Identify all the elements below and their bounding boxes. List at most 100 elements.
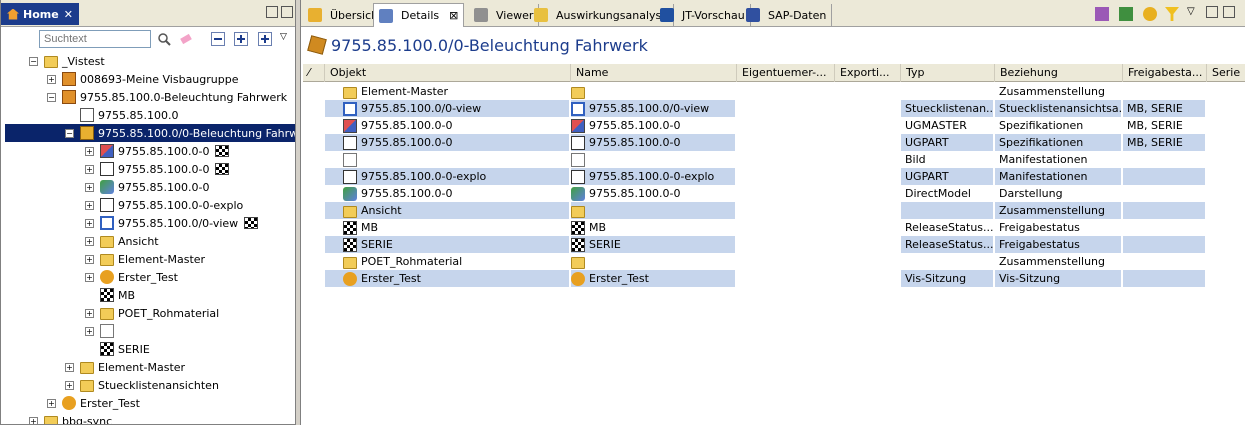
table-row[interactable]: 9755.85.100.0-0 9755.85.100.0-0 UGPART Spez… <box>303 134 1245 151</box>
tree-item[interactable]: + POET_Rohmaterial <box>85 304 219 322</box>
cell-text: 9755.85.100.0/0-view <box>589 102 710 115</box>
expand-icon[interactable]: + <box>47 398 56 408</box>
cell-text: Stuecklistenan... <box>905 102 993 115</box>
tree-item[interactable]: + bbg-sync <box>29 412 112 424</box>
expand-icon[interactable]: + <box>85 146 94 156</box>
tree-item[interactable]: + <box>85 322 118 340</box>
tree-item[interactable]: − _Vistest <box>29 52 105 70</box>
table-row[interactable]: POET_Rohmaterial Zusammenstellung <box>303 253 1245 270</box>
collapse-icon[interactable]: − <box>29 56 38 66</box>
collapse-all-icon[interactable] <box>211 32 225 46</box>
cell-typ: DirectModel <box>901 185 993 202</box>
column-header[interactable]: Serie <box>1207 64 1245 82</box>
tree-item[interactable]: + Ansicht <box>85 232 159 250</box>
tree-item[interactable]: + Element-Master <box>65 358 185 376</box>
tree-item[interactable]: +9755.85.100.0/0-view <box>85 214 259 232</box>
tree-item[interactable]: +9755.85.100.0-0-explo <box>85 196 243 214</box>
tab-label: SAP-Daten <box>768 8 827 22</box>
refresh-icon[interactable] <box>1143 7 1157 21</box>
view-menu-icon[interactable]: ▽ <box>280 32 294 46</box>
tree-item[interactable]: MB <box>85 286 135 304</box>
tree-item[interactable]: +9755.85.100.0-0 <box>85 160 230 178</box>
tab-details[interactable]: Details ⊠ <box>373 3 465 27</box>
table-row[interactable]: Bild Manifestationen <box>303 151 1245 168</box>
column-header[interactable]: Typ <box>901 64 995 82</box>
table-row[interactable]: 9755.85.100.0-0 9755.85.100.0-0 UGMASTER Sp… <box>303 117 1245 134</box>
minimize-icon[interactable] <box>266 6 278 18</box>
search-icon[interactable] <box>157 32 171 46</box>
expand-icon[interactable]: + <box>85 182 94 192</box>
release-flag-icon <box>343 220 357 235</box>
image-icon <box>343 152 357 167</box>
expand-icon[interactable]: + <box>47 74 56 84</box>
column-header[interactable]: ⁄ <box>303 64 325 82</box>
tab-sap-daten[interactable]: SAP-Daten <box>741 4 833 26</box>
column-header[interactable]: Name <box>571 64 737 82</box>
tree-item[interactable]: + Element-Master <box>85 250 205 268</box>
tab-home[interactable]: Home ✕ <box>1 3 79 25</box>
table-row[interactable]: Element-Master Zusammenstellung <box>303 83 1245 100</box>
cell-name: 9755.85.100.0-0 <box>571 185 735 202</box>
expand-icon[interactable]: + <box>65 380 74 390</box>
expand-icon[interactable]: + <box>65 362 74 372</box>
tree-item[interactable]: + Stuecklistenansichten <box>65 376 219 394</box>
expand-level-icon[interactable] <box>258 32 272 46</box>
column-header[interactable]: Exporti... <box>835 64 901 82</box>
eraser-icon[interactable] <box>179 32 193 46</box>
column-header[interactable]: Beziehung <box>995 64 1123 82</box>
collapse-icon[interactable]: − <box>47 92 56 102</box>
table-row[interactable]: 9755.85.100.0-0-explo 9755.85.100.0-0-exp… <box>303 168 1245 185</box>
assembly-gold-icon <box>80 126 94 140</box>
close-icon[interactable]: ✕ <box>64 8 73 21</box>
tree-item[interactable]: 9755.85.100.0 <box>65 106 178 124</box>
export-icon[interactable] <box>1095 7 1109 21</box>
column-header[interactable]: Eigentuemer-... <box>737 64 835 82</box>
collapse-icon[interactable]: − <box>65 128 74 138</box>
tree-item[interactable]: + Erster_Test <box>47 394 140 412</box>
cell-text: DirectModel <box>905 187 971 200</box>
tree-item[interactable]: − 9755.85.100.0-Beleuchtung Fahrwerk <box>47 88 287 106</box>
filter-icon[interactable] <box>1165 7 1179 21</box>
search-input[interactable] <box>39 30 151 48</box>
expand-icon[interactable]: + <box>85 308 94 318</box>
vis-session-icon <box>343 271 357 286</box>
tree-item[interactable]: − 9755.85.100.0/0-Beleuchtung Fahrw <box>5 124 295 142</box>
tree-item[interactable]: + Erster_Test <box>85 268 178 286</box>
cell-objekt: Erster_Test <box>325 270 569 287</box>
folder-icon <box>44 56 58 68</box>
tree-item[interactable]: +9755.85.100.0-0 <box>85 178 209 196</box>
minimize-icon[interactable] <box>1206 6 1218 18</box>
table-row[interactable]: 9755.85.100.0-0 9755.85.100.0-0 DirectMode… <box>303 185 1245 202</box>
table-row[interactable]: Erster_Test Erster_Test Vis-Sitzung Vis-Sit… <box>303 270 1245 287</box>
tree-item[interactable]: SERIE <box>85 340 150 358</box>
close-icon[interactable]: ⊠ <box>449 9 458 22</box>
column-header[interactable]: Objekt <box>325 64 571 82</box>
expand-icon[interactable]: + <box>85 200 94 210</box>
table-row[interactable]: 9755.85.100.0/0-view 9755.85.100.0/0-view… <box>303 100 1245 117</box>
expand-icon[interactable]: + <box>85 326 94 336</box>
expand-icon[interactable]: + <box>85 254 94 264</box>
tree-item[interactable]: +008693-Meine Visbaugruppe <box>47 70 239 88</box>
expand-icon[interactable]: + <box>85 218 94 228</box>
view-menu-icon[interactable]: ▽ <box>1187 7 1201 21</box>
expand-icon[interactable]: + <box>29 416 38 424</box>
cell-freigabe <box>1123 219 1205 236</box>
column-header[interactable]: Freigabesta... <box>1123 64 1207 82</box>
tab-jt-vorschau[interactable]: JT-Vorschau <box>655 4 751 26</box>
tab-auswirkungsanalyse[interactable]: Auswirkungsanalyse <box>529 4 675 26</box>
expand-all-icon[interactable] <box>234 32 248 46</box>
tree-item-label: Erster_Test <box>118 270 178 284</box>
expand-icon[interactable]: + <box>85 272 94 282</box>
maximize-icon[interactable] <box>281 6 293 18</box>
expand-icon[interactable]: + <box>85 164 94 174</box>
table-row[interactable]: Ansicht Zusammenstellung <box>303 202 1245 219</box>
maximize-icon[interactable] <box>1223 6 1235 18</box>
import-icon[interactable] <box>1119 7 1133 21</box>
table-row[interactable]: SERIE SERIE ReleaseStatus... Freigabestatus <box>303 236 1245 253</box>
cell-text: Spezifikationen <box>999 119 1084 132</box>
tree-item-label: 008693-Meine Visbaugruppe <box>80 72 239 86</box>
tree-item[interactable]: +9755.85.100.0-0 <box>85 142 230 160</box>
ugpart-icon <box>100 198 114 212</box>
expand-icon[interactable]: + <box>85 236 94 246</box>
table-row[interactable]: MB MB ReleaseStatus... Freigabestatus <box>303 219 1245 236</box>
